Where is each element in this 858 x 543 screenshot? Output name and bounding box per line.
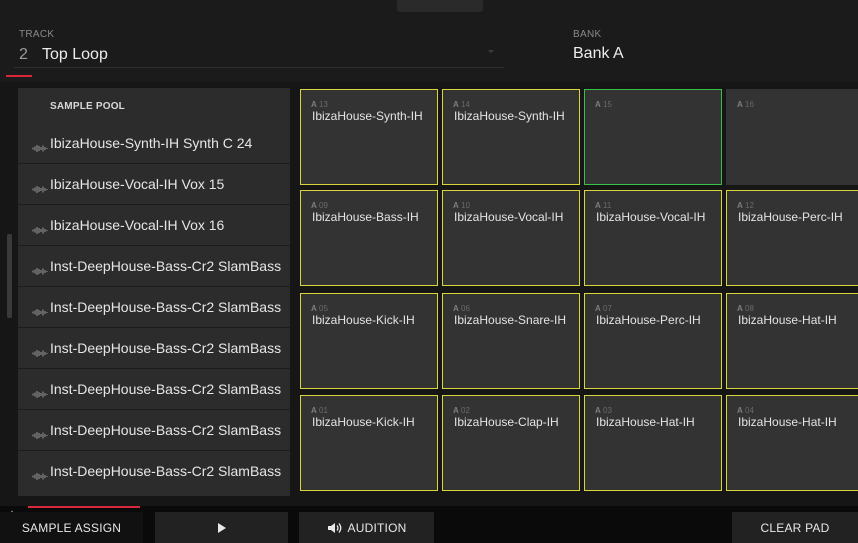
pad-number: A 13 — [311, 100, 328, 109]
chevron-down-icon — [488, 50, 494, 53]
header: TRACK 2 Top Loop BANK Bank A — [0, 0, 858, 82]
speaker-icon — [327, 522, 341, 533]
sample-assign-label: SAMPLE ASSIGN — [21, 520, 122, 535]
waveform-icon — [32, 263, 48, 275]
pad-number: A 15 — [595, 100, 612, 109]
sample-pool-item[interactable]: Inst-DeepHouse-Bass-Cr2 SlamBass — [18, 288, 290, 328]
sample-pool: SAMPLE POOL IbizaHouse-Synth-IH Synth C … — [18, 88, 290, 496]
track-selector[interactable]: 2 Top Loop — [14, 40, 504, 68]
play-icon — [217, 522, 226, 533]
pad-sample-name: IbizaHouse-Perc-IH — [738, 210, 843, 224]
waveform-icon — [32, 427, 48, 439]
pad-sample-name: IbizaHouse-Kick-IH — [312, 415, 415, 429]
sample-assign-accent-bar — [28, 506, 140, 508]
waveform-icon — [32, 345, 48, 357]
pad-sample-name: IbizaHouse-Synth-IH — [454, 109, 565, 123]
pad-sample-name: IbizaHouse-Kick-IH — [312, 313, 415, 327]
waveform-icon — [32, 386, 48, 398]
audition-button[interactable]: AUDITION — [299, 512, 434, 543]
pad-sample-name: IbizaHouse-Vocal-IH — [596, 210, 706, 224]
clear-pad-button[interactable]: CLEAR PAD — [732, 512, 858, 543]
track-label: TRACK — [19, 29, 55, 40]
sample-pool-item-label: Inst-DeepHouse-Bass-Cr2 SlamBass — [50, 422, 282, 438]
pad-a11[interactable]: A 11 IbizaHouse-Vocal-IH — [584, 190, 722, 286]
pad-a13[interactable]: A 13 IbizaHouse-Synth-IH — [300, 89, 438, 185]
pad-a09[interactable]: A 09 IbizaHouse-Bass-IH — [300, 190, 438, 286]
sample-pool-item-label: Inst-DeepHouse-Bass-Cr2 SlamBass — [50, 340, 282, 356]
sample-pool-item-label: Inst-DeepHouse-Bass-Cr2 SlamBass — [50, 463, 282, 479]
play-button[interactable] — [155, 512, 288, 543]
pad-number: A 06 — [453, 304, 470, 313]
pad-a02[interactable]: A 02 IbizaHouse-Clap-IH — [442, 395, 580, 491]
top-drag-handle[interactable] — [397, 0, 483, 12]
pad-a04[interactable]: A 04 IbizaHouse-Hat-IH — [726, 395, 858, 491]
sample-pool-item[interactable]: IbizaHouse-Vocal-IH Vox 15 — [18, 165, 290, 205]
track-number: 2 — [19, 46, 28, 63]
pad-sample-name: IbizaHouse-Hat-IH — [596, 415, 695, 429]
bank-label: BANK — [573, 29, 602, 40]
pad-number: A 09 — [311, 201, 328, 210]
pad-a12[interactable]: A 12 IbizaHouse-Perc-IH — [726, 190, 858, 286]
sample-pool-item-label: IbizaHouse-Vocal-IH Vox 15 — [50, 176, 225, 192]
pad-a07[interactable]: A 07 IbizaHouse-Perc-IH — [584, 293, 722, 389]
pad-number: A 07 — [595, 304, 612, 313]
track-accent-bar — [6, 75, 32, 77]
pad-number: A 12 — [737, 201, 754, 210]
pad-number: A 05 — [311, 304, 328, 313]
sample-pool-item-label: IbizaHouse-Synth-IH Synth C 24 — [50, 135, 253, 151]
scrollbar[interactable] — [7, 234, 12, 318]
sample-pool-item[interactable]: IbizaHouse-Vocal-IH Vox 16 — [18, 206, 290, 246]
pad-sample-name: IbizaHouse-Hat-IH — [738, 415, 837, 429]
pad-number: A 04 — [737, 406, 754, 415]
pad-sample-name: IbizaHouse-Synth-IH — [312, 109, 423, 123]
pad-number: A 16 — [737, 100, 754, 109]
waveform-icon — [32, 181, 48, 193]
pad-a16[interactable]: A 16 — [726, 89, 858, 185]
bank-selector[interactable]: Bank A — [573, 45, 624, 63]
pad-number: A 08 — [737, 304, 754, 313]
pad-a10[interactable]: A 10 IbizaHouse-Vocal-IH — [442, 190, 580, 286]
pad-sample-name: IbizaHouse-Hat-IH — [738, 313, 837, 327]
pad-a14[interactable]: A 14 IbizaHouse-Synth-IH — [442, 89, 580, 185]
pad-number: A 11 — [595, 201, 612, 210]
pad-a03[interactable]: A 03 IbizaHouse-Hat-IH — [584, 395, 722, 491]
clear-pad-label: CLEAR PAD — [760, 520, 830, 535]
pad-a08[interactable]: A 08 IbizaHouse-Hat-IH — [726, 293, 858, 389]
pad-a05[interactable]: A 05 IbizaHouse-Kick-IH — [300, 293, 438, 389]
pad-number: A 10 — [453, 201, 470, 210]
pad-sample-name: IbizaHouse-Snare-IH — [454, 313, 567, 327]
sample-pool-item[interactable]: Inst-DeepHouse-Bass-Cr2 SlamBass — [18, 247, 290, 287]
sample-pool-item-label: Inst-DeepHouse-Bass-Cr2 SlamBass — [50, 381, 282, 397]
waveform-icon — [32, 468, 48, 480]
pad-a15[interactable]: A 15 — [584, 89, 722, 185]
track-name: Top Loop — [42, 46, 108, 63]
pad-number: A 02 — [453, 406, 470, 415]
pad-sample-name: IbizaHouse-Perc-IH — [596, 313, 701, 327]
pad-number: A 03 — [595, 406, 612, 415]
waveform-icon — [32, 304, 48, 316]
pad-sample-name: IbizaHouse-Bass-IH — [312, 210, 419, 224]
sample-pool-item[interactable]: IbizaHouse-Synth-IH Synth C 24 — [18, 124, 290, 164]
pad-sample-name: IbizaHouse-Vocal-IH — [454, 210, 564, 224]
sample-pool-item[interactable]: Inst-DeepHouse-Bass-Cr2 SlamBass — [18, 411, 290, 451]
list-fade — [18, 480, 290, 496]
waveform-icon — [32, 140, 48, 152]
sample-pool-item[interactable]: Inst-DeepHouse-Bass-Cr2 SlamBass — [18, 329, 290, 369]
sample-pool-title: SAMPLE POOL — [50, 101, 125, 112]
waveform-icon — [32, 222, 48, 234]
pad-sample-name: IbizaHouse-Clap-IH — [454, 415, 559, 429]
sample-pool-item[interactable]: Inst-DeepHouse-Bass-Cr2 SlamBass — [18, 370, 290, 410]
pad-number: A 01 — [311, 406, 328, 415]
sample-pool-item-label: Inst-DeepHouse-Bass-Cr2 SlamBass — [50, 258, 282, 274]
sample-pool-item-label: IbizaHouse-Vocal-IH Vox 16 — [50, 217, 225, 233]
sample-pool-item-label: Inst-DeepHouse-Bass-Cr2 SlamBass — [50, 299, 282, 315]
pad-a01[interactable]: A 01 IbizaHouse-Kick-IH — [300, 395, 438, 491]
sample-assign-button[interactable]: SAMPLE ASSIGN — [0, 512, 143, 543]
pad-a06[interactable]: A 06 IbizaHouse-Snare-IH — [442, 293, 580, 389]
audition-label: AUDITION — [347, 520, 407, 535]
pad-number: A 14 — [453, 100, 470, 109]
